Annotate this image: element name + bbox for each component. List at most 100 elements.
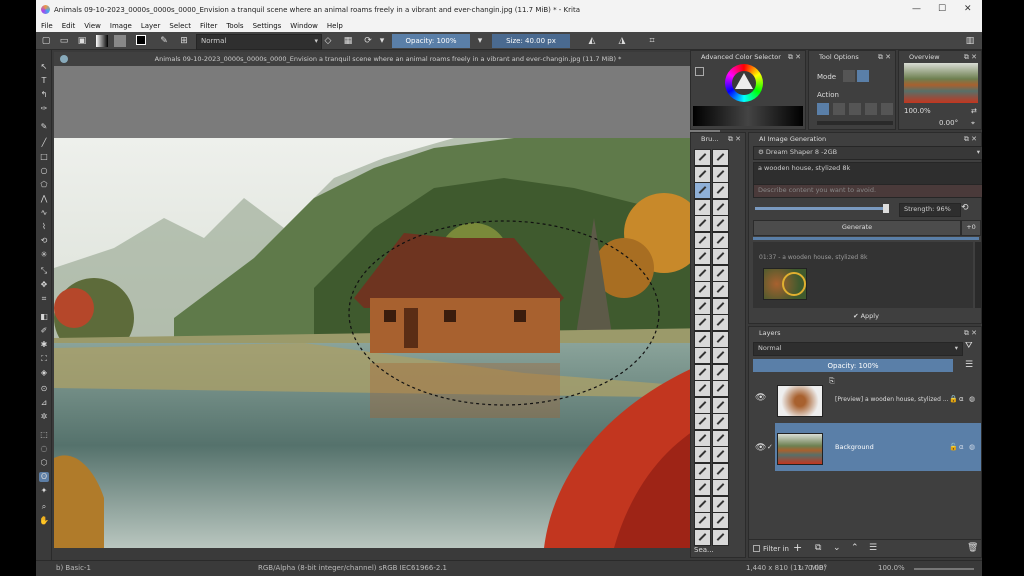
filter-in-checkbox[interactable] [753,545,760,552]
brush-preset[interactable] [694,528,711,546]
polygonal-selection-tool-icon[interactable]: ⬡ [39,458,49,468]
settings-gear-icon[interactable]: ⚙ [758,148,766,156]
strength-field[interactable]: Strength: 96% [899,203,961,217]
brush-preset[interactable] [712,182,729,199]
brush-preset[interactable] [712,429,729,447]
brush-preset[interactable] [712,198,729,216]
mirror-vertical-icon[interactable]: ◮ [616,35,628,47]
brush-preset[interactable] [694,429,711,447]
menu-window[interactable]: Window [290,20,318,32]
brush-search[interactable]: Sea... [694,546,714,554]
status-brush[interactable]: b) Basic-1 [56,564,91,572]
brush-preset[interactable] [712,215,729,232]
mirror-icon[interactable]: ⇄ [971,107,977,115]
layer-row-background[interactable]: ⎘ 👁 ✓ Background 🔓 α ◍ [753,423,981,471]
action-intersect-icon[interactable] [865,103,877,115]
menu-layer[interactable]: Layer [141,20,161,32]
polyline-tool-icon[interactable]: ⋀ [39,194,49,204]
brush-preset[interactable] [694,413,711,430]
menu-image[interactable]: Image [110,20,132,32]
brush-preset[interactable] [712,512,729,529]
layer-blend-mode-select[interactable]: Normal ▾ [753,342,963,356]
brush-preset[interactable] [694,347,711,364]
visibility-eye-icon[interactable]: 👁 [755,443,766,453]
color-settings-icon[interactable] [695,67,704,76]
brush-preset[interactable] [712,330,729,348]
overview-thumbnail[interactable] [904,63,978,103]
brush-preset[interactable] [694,149,711,166]
zoom-slider[interactable] [914,568,974,570]
reload-preset-icon[interactable]: ⟳ [362,35,374,47]
crop-tool-icon[interactable]: ⌗ [39,294,49,304]
brush-preset[interactable] [712,314,729,331]
brush-preset[interactable] [694,165,711,183]
chevron-down-icon[interactable]: ▾ [376,35,388,47]
inherit-alpha-icon[interactable]: ◍ [969,443,975,451]
brush-preset[interactable] [712,413,729,430]
layer-menu-icon[interactable]: ☰ [965,360,973,370]
close-button[interactable]: ✕ [964,4,972,14]
add-layer-icon[interactable]: + [793,541,802,554]
panel-float-close-icon[interactable]: ⧉ ✕ [788,51,801,63]
layer-properties-icon[interactable]: ☰ [869,543,877,553]
document-tab[interactable]: Animals 09-10-2023_0000s_0000s_0000_Envi… [54,52,722,66]
tool-options-scroll[interactable] [817,121,893,125]
brush-preset[interactable] [694,248,711,265]
panel-float-close-icon[interactable]: ⧉ ✕ [964,133,977,145]
hue-ring[interactable] [725,64,763,102]
brush-preset[interactable] [694,198,711,216]
menu-file[interactable]: File [41,20,53,32]
maximize-button[interactable]: ☐ [938,4,946,14]
freehand-brush-tool-icon[interactable]: ✎ [39,122,49,132]
calligraphy-tool-icon[interactable]: ✑ [39,104,49,114]
apply-button[interactable]: ✔ Apply [753,310,979,322]
history-thumbnail[interactable] [763,268,807,300]
blend-mode-select[interactable]: Normal ▾ [196,34,322,50]
mirror-horizontal-icon[interactable]: ◭ [586,35,598,47]
eraser-icon[interactable]: ◇ [322,35,334,47]
move-layer-down-icon[interactable]: ⌄ [833,543,841,553]
brush-preset[interactable] [712,528,729,546]
fill-tool-icon[interactable]: ⛶ [39,354,49,364]
brush-preset[interactable] [694,297,711,315]
lock-icon[interactable]: 🔒 [949,395,958,403]
canvas-image[interactable] [54,138,716,548]
zoom-tool-icon[interactable]: ⌕ [39,502,49,512]
panel-float-close-icon[interactable]: ⧉ ✕ [964,51,977,63]
action-subtract-icon[interactable] [849,103,861,115]
pan-tool-icon[interactable]: ✋ [39,516,49,526]
brush-preset[interactable] [694,314,711,331]
overview-zoom[interactable]: 100.0% [904,107,931,115]
action-symmetric-icon[interactable] [881,103,893,115]
brush-preset[interactable] [712,165,729,183]
alpha-lock-icon[interactable]: ▦ [342,35,354,47]
rectangle-tool-icon[interactable]: □ [39,152,49,162]
brush-preset[interactable] [694,396,711,414]
brush-preset[interactable] [694,495,711,513]
brush-preset[interactable] [712,446,729,463]
save-icon[interactable]: ▣ [76,35,88,47]
freehand-selection-tool-icon[interactable]: ʘ [39,472,49,482]
generate-button[interactable]: Generate [753,220,961,236]
elliptical-selection-tool-icon[interactable]: ◌ [39,444,49,454]
menu-settings[interactable]: Settings [253,20,282,32]
crop-icon[interactable]: ⌗ [646,35,658,47]
bezier-tool-icon[interactable]: ∿ [39,208,49,218]
layer-row-preview[interactable]: ⎘ 👁 [Preview] a wooden house, stylized .… [753,377,981,421]
move-layer-up-icon[interactable]: ⌃ [851,543,859,553]
brush-preset[interactable] [694,380,711,397]
brush-preset[interactable] [712,297,729,315]
menu-select[interactable]: Select [169,20,191,32]
mode-replace-icon[interactable] [843,70,855,82]
visibility-eye-icon[interactable]: 👁 [755,393,766,403]
action-replace-icon[interactable] [817,103,829,115]
queue-count[interactable]: +0 [961,220,981,236]
brush-settings-icon[interactable]: ⊞ [178,35,190,47]
brush-preset[interactable] [712,281,729,298]
panel-float-close-icon[interactable]: ⧉ ✕ [878,51,891,63]
chevron-down-icon[interactable]: ▾ [474,35,486,47]
layer-opacity-slider[interactable]: Opacity: 100% [753,359,953,372]
similar-selection-tool-icon[interactable]: ✦ [39,486,49,496]
status-zoom[interactable]: 100.0% [878,564,905,572]
brush-preset[interactable] [712,347,729,364]
